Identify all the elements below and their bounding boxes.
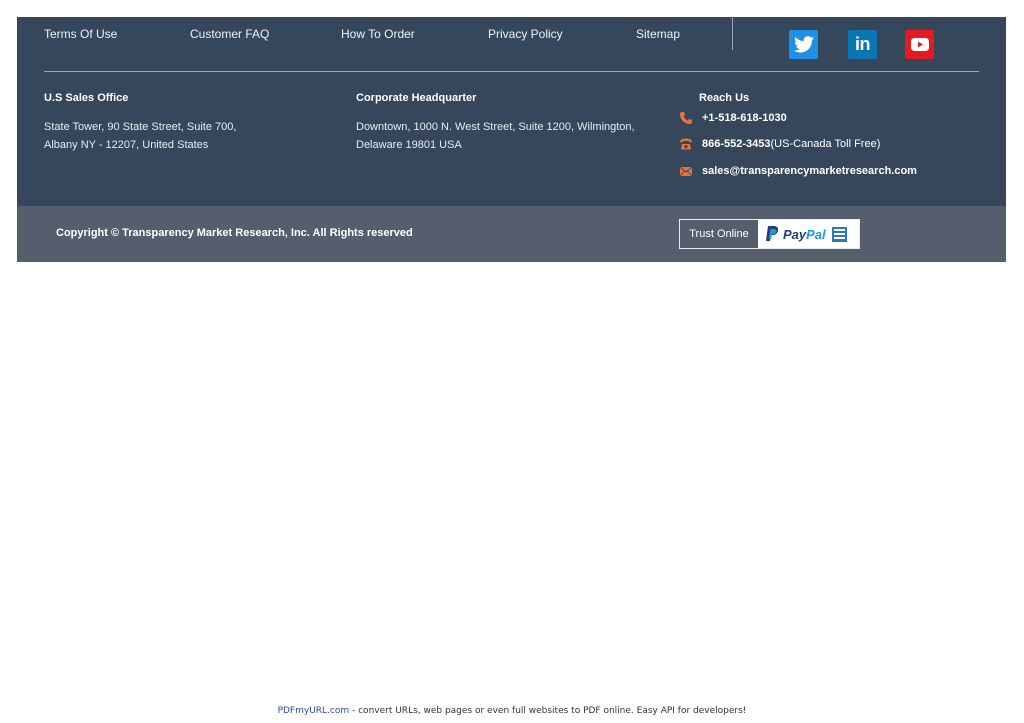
- pdfmyurl-link[interactable]: PDFmyURL.com: [278, 706, 350, 716]
- how-to-order-link[interactable]: How To Order: [341, 27, 415, 41]
- us-office-heading: U.S Sales Office: [44, 92, 129, 104]
- reach-us-heading: Reach Us: [699, 92, 750, 104]
- envelope-icon: [679, 164, 693, 178]
- hq-heading: Corporate Headquarter: [356, 92, 477, 104]
- pdf-generator-note: PDFmyURL.com - convert URLs, web pages o…: [0, 706, 1024, 716]
- copyright-bar: Copyright © Transparency Market Research…: [17, 206, 1006, 262]
- terms-of-use-link[interactable]: Terms Of Use: [44, 27, 117, 41]
- tollfree-row[interactable]: 866-552-3453 (US-Canada Toll Free): [679, 137, 880, 151]
- paypal-wordmark-pal: Pal: [806, 226, 826, 242]
- privacy-policy-link[interactable]: Privacy Policy: [488, 27, 563, 41]
- paypal-icon: [766, 226, 779, 241]
- footer-divider: [44, 71, 979, 72]
- phone-number: +1-518-618-1030: [702, 112, 787, 124]
- telephone-icon: [679, 137, 693, 151]
- phone-row[interactable]: +1-518-618-1030: [679, 111, 787, 125]
- linkedin-icon[interactable]: in: [848, 30, 877, 59]
- payment-logos: PayPal: [758, 220, 859, 248]
- site-footer: Terms Of Use Customer FAQ How To Order P…: [17, 17, 1006, 206]
- us-office-address-line: Albany NY - 12207, United States: [44, 139, 209, 151]
- email-row[interactable]: sales@transparencymarketresearch.com: [679, 164, 917, 178]
- hq-address-line: Delaware 19801 USA: [356, 139, 462, 151]
- trust-online-label: Trust Online: [680, 220, 758, 248]
- us-office-address: State Tower, 90 State Street, Suite 700,…: [44, 118, 236, 154]
- paypal-wordmark: PayPal: [783, 227, 826, 242]
- copyright-text: Copyright © Transparency Market Research…: [56, 227, 413, 239]
- twitter-icon[interactable]: [789, 30, 818, 59]
- tollfree-note: (US-Canada Toll Free): [770, 138, 881, 150]
- trust-online-badge[interactable]: Trust Online PayPal: [679, 219, 860, 249]
- us-office-address-line: State Tower, 90 State Street, Suite 700,: [44, 121, 237, 133]
- nav-divider: [732, 17, 733, 50]
- paypal-wordmark-pay: Pay: [783, 226, 807, 242]
- phone-icon: [679, 111, 693, 125]
- amex-card-icon: [831, 226, 847, 242]
- sitemap-link[interactable]: Sitemap: [636, 27, 680, 41]
- youtube-icon[interactable]: [905, 30, 934, 59]
- hq-address: Downtown, 1000 N. West Street, Suite 120…: [356, 118, 635, 154]
- hq-address-line: Downtown, 1000 N. West Street, Suite 120…: [356, 121, 635, 133]
- email-link[interactable]: sales@transparencymarketresearch.com: [702, 165, 917, 177]
- pdf-note-text: - convert URLs, web pages or even full w…: [349, 706, 747, 716]
- customer-faq-link[interactable]: Customer FAQ: [190, 27, 269, 41]
- tollfree-number: 866-552-3453: [702, 138, 771, 150]
